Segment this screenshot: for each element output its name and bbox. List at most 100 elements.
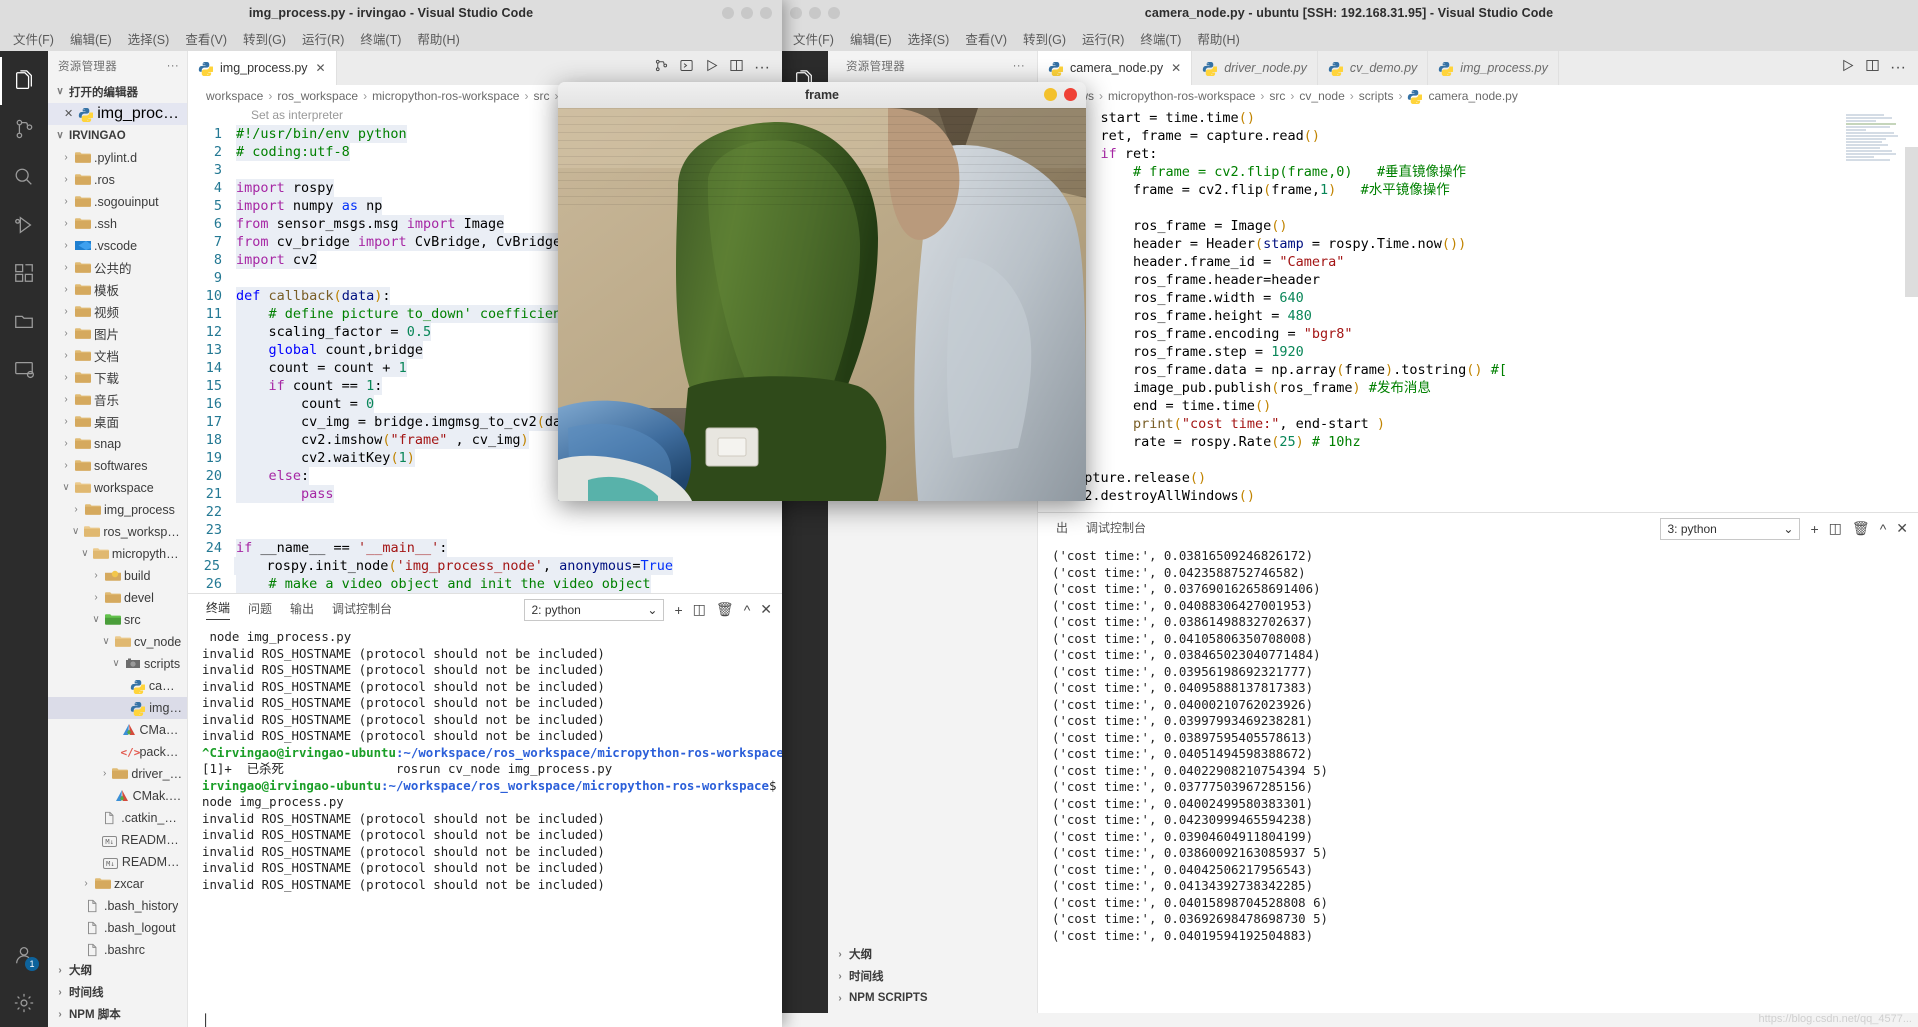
breadcrumb-item-remote-2[interactable]: src: [1269, 89, 1285, 103]
menu-item-remote-5[interactable]: 运行(R): [1075, 27, 1131, 50]
tree-item[interactable]: › driver_node: [48, 763, 187, 785]
terminal-output-local[interactable]: node img_process.py invalid ROS_HOSTNAME …: [188, 625, 782, 1013]
panel-header-remote[interactable]: 出 调试控制台 3: python ⌄ + ◫ 🗑 ^ ✕: [1038, 513, 1918, 544]
chevron-right-icon[interactable]: ›: [70, 504, 82, 515]
chevron-right-icon[interactable]: ›: [60, 284, 72, 295]
tree-item[interactable]: </>package.xml: [48, 741, 187, 763]
editor-tabs-remote[interactable]: camera_node.py ✕ driver_node.py cv_demo.py i…: [1038, 51, 1918, 86]
chevron-down-icon[interactable]: ∨: [60, 482, 72, 493]
frame-minimize-button[interactable]: [1044, 88, 1057, 101]
breadcrumb-item-remote-4[interactable]: scripts: [1359, 89, 1394, 103]
tree-item[interactable]: M↓README.en...: [48, 829, 187, 851]
panel-header-local[interactable]: 终端 问题 输出 调试控制台 2: python ⌄ + ◫ 🗑 ^ ✕: [188, 594, 782, 625]
tree-item[interactable]: ∨ ros_workspace: [48, 521, 187, 543]
tree-item[interactable]: .bash_logout: [48, 917, 187, 939]
breadcrumb-item-remote-5[interactable]: camera_node.py: [1428, 89, 1517, 103]
tree-item[interactable]: › zxcar: [48, 873, 187, 895]
chevron-right-icon[interactable]: ›: [60, 350, 72, 361]
panel-local[interactable]: 终端 问题 输出 调试控制台 2: python ⌄ + ◫ 🗑 ^ ✕ nod…: [188, 593, 782, 1027]
menu-item-local-0[interactable]: 文件(F): [6, 27, 61, 50]
menu-item-local-1[interactable]: 编辑(E): [63, 27, 119, 50]
tree-item[interactable]: › 音乐: [48, 389, 187, 411]
editor-scrollbar-remote[interactable]: [1905, 107, 1918, 513]
accounts-icon[interactable]: 1: [0, 931, 48, 979]
chevron-right-icon[interactable]: ›: [60, 328, 72, 339]
open-editors-section-local[interactable]: ∨ 打开的编辑器: [48, 81, 187, 103]
terminal-select-remote[interactable]: 3: python ⌄: [1660, 517, 1801, 540]
frame-window-controls[interactable]: [1044, 88, 1077, 101]
file-tree-local[interactable]: › .pylint.d › .ros › .sogouinput › .ssh › .vscode…: [48, 147, 187, 959]
npm-scripts-section-remote[interactable]: › NPM SCRIPTS: [828, 987, 1037, 1009]
explorer-icon[interactable]: [0, 57, 48, 105]
sidebar-sections-local[interactable]: › 大纲 › 时间线 › NPM 脚本: [48, 959, 187, 1027]
chevron-right-icon[interactable]: ›: [90, 592, 102, 603]
panel-tab-output[interactable]: 输出: [290, 600, 314, 620]
menu-item-local-3[interactable]: 查看(V): [178, 27, 234, 50]
new-terminal-icon[interactable]: +: [1810, 521, 1818, 537]
kill-terminal-icon[interactable]: 🗑: [716, 601, 734, 618]
tree-item[interactable]: CMakeList...: [48, 719, 187, 741]
chevron-down-icon[interactable]: ∨: [80, 548, 90, 559]
sidebar-local[interactable]: 资源管理器 ··· ∨ 打开的编辑器 ✕ img_process.py... ∨: [48, 51, 188, 1027]
tree-item[interactable]: .bash_history: [48, 895, 187, 917]
tree-item[interactable]: ∨ micropython-r...: [48, 543, 187, 565]
chevron-right-icon[interactable]: ›: [60, 460, 72, 471]
terminal-output-remote[interactable]: ('cost time:', 0.03816509246826172) ('cos…: [1038, 544, 1918, 1013]
close-panel-icon[interactable]: ✕: [1896, 520, 1908, 537]
tree-item[interactable]: › build: [48, 565, 187, 587]
breadcrumb-item-local-1[interactable]: ros_workspace: [277, 89, 358, 103]
split-terminal-icon[interactable]: ◫: [693, 601, 706, 618]
tree-item[interactable]: › snap: [48, 433, 187, 455]
breadcrumb-item-local-0[interactable]: workspace: [206, 89, 263, 103]
window-controls-remote[interactable]: [790, 6, 840, 19]
explorer-more-icon[interactable]: ···: [1013, 60, 1025, 72]
menu-item-remote-2[interactable]: 选择(S): [901, 27, 957, 50]
tab-img_process-py[interactable]: img_process.py: [1428, 51, 1559, 86]
kill-terminal-icon[interactable]: 🗑: [1852, 520, 1870, 537]
breadcrumb-item-remote-1[interactable]: micropython-ros-workspace: [1108, 89, 1255, 103]
open-editor-item[interactable]: ✕ img_process.py...: [48, 102, 187, 125]
tree-item[interactable]: › .ros: [48, 169, 187, 191]
tree-item[interactable]: ∨ workspace: [48, 477, 187, 499]
menu-item-local-4[interactable]: 转到(G): [236, 27, 293, 50]
split-editor-icon[interactable]: [729, 58, 744, 78]
tree-item[interactable]: › 桌面: [48, 411, 187, 433]
chevron-down-icon[interactable]: ∨: [90, 614, 102, 625]
close-icon[interactable]: ✕: [316, 61, 326, 75]
window-button-close[interactable]: [760, 6, 772, 19]
close-icon[interactable]: ✕: [1171, 61, 1181, 75]
outline-section-local[interactable]: › 大纲: [48, 959, 187, 981]
more-actions-icon[interactable]: ···: [1890, 59, 1906, 77]
frame-close-button[interactable]: [1064, 88, 1077, 101]
opencv-frame-window[interactable]: frame: [558, 82, 1086, 501]
chevron-right-icon[interactable]: ›: [60, 152, 72, 163]
tree-item[interactable]: .bashrc: [48, 939, 187, 959]
run-debug-icon[interactable]: [0, 201, 48, 249]
run-python-file-icon[interactable]: [679, 58, 694, 78]
activity-bar-local[interactable]: 1: [0, 51, 48, 1027]
tree-item[interactable]: › .sogouinput: [48, 191, 187, 213]
chevron-right-icon[interactable]: ›: [60, 306, 72, 317]
chevron-right-icon[interactable]: ›: [80, 878, 92, 889]
window-button-close[interactable]: [828, 6, 840, 19]
timeline-section-local[interactable]: › 时间线: [48, 981, 187, 1003]
tree-item[interactable]: › 下载: [48, 367, 187, 389]
menu-item-remote-0[interactable]: 文件(F): [786, 27, 841, 50]
tree-item[interactable]: .catkin_work...: [48, 807, 187, 829]
tab-img-process[interactable]: img_process.py ✕: [188, 51, 337, 86]
menu-item-local-7[interactable]: 帮助(H): [410, 27, 466, 50]
chevron-right-icon[interactable]: ›: [60, 240, 72, 251]
menu-item-remote-1[interactable]: 编辑(E): [843, 27, 899, 50]
tree-item[interactable]: › img_process: [48, 499, 187, 521]
window-button-minimize[interactable]: [790, 6, 802, 19]
chevron-right-icon[interactable]: ›: [60, 218, 72, 229]
editor-group-remote[interactable]: camera_node.py ✕ driver_node.py cv_demo.py i…: [1038, 51, 1918, 1013]
menu-item-remote-7[interactable]: 帮助(H): [1190, 27, 1246, 50]
tree-item[interactable]: › .pylint.d: [48, 147, 187, 169]
tree-item[interactable]: › .ssh: [48, 213, 187, 235]
more-actions-icon[interactable]: ···: [754, 59, 770, 77]
new-terminal-icon[interactable]: +: [674, 602, 682, 618]
menubar-remote[interactable]: 文件(F) 编辑(E) 选择(S) 查看(V) 转到(G) 运行(R) 终端(T) 帮助(H): [780, 25, 1918, 51]
extensions-icon[interactable]: [0, 249, 48, 297]
tab-driver_node-py[interactable]: driver_node.py: [1192, 51, 1318, 86]
